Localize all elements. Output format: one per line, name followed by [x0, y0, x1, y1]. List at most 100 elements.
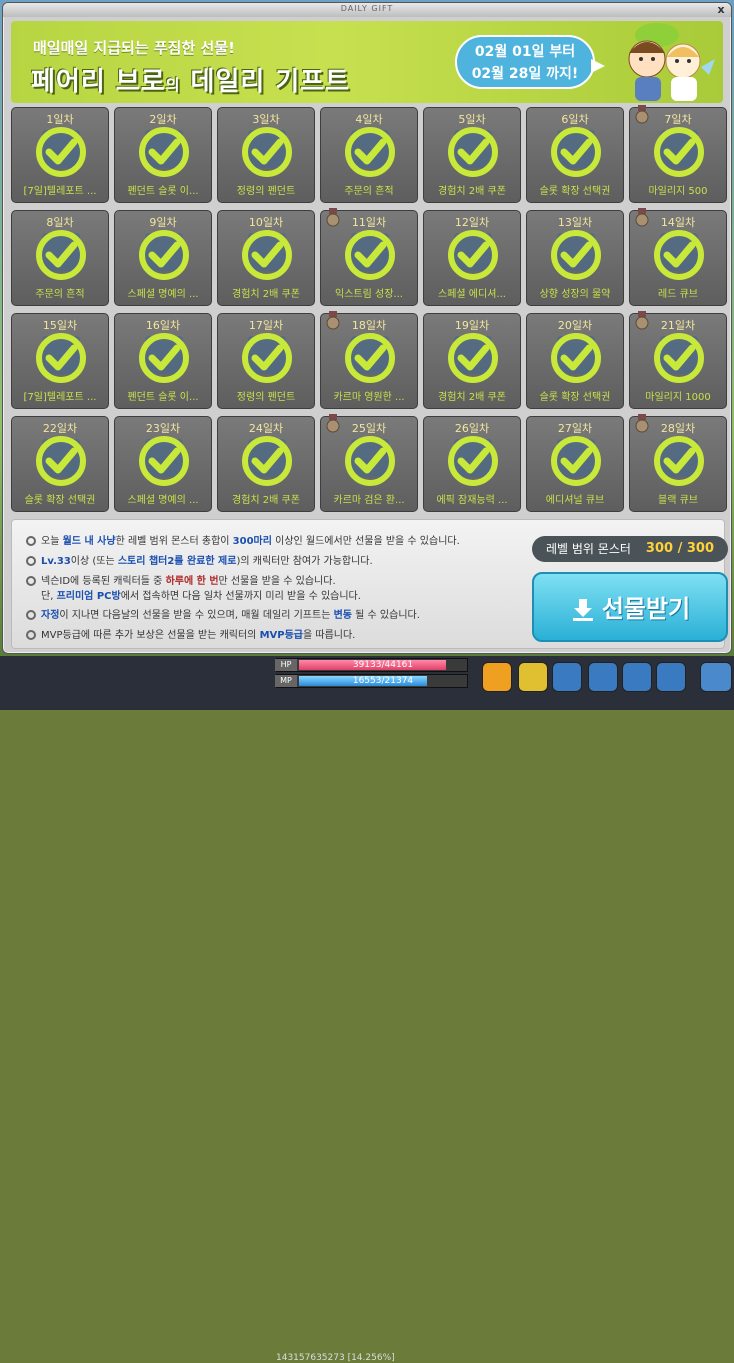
- checkmark-icon: [345, 230, 395, 280]
- reward-name: 경험치 2배 쿠폰: [438, 186, 506, 197]
- gift-calendar-grid: 1일차 [7일]텔레포트 ... 2일차 펜던트 슬롯 이... 3일차 정령의 펜던트 4…: [11, 105, 727, 517]
- gift-day-cell[interactable]: 20일차 슬롯 확장 선택권: [526, 313, 624, 409]
- maple-guide-icon[interactable]: [700, 662, 732, 692]
- reward-name: 스페셜 명예의 ...: [127, 289, 199, 300]
- title-bar[interactable]: DAILY GIFT x: [3, 3, 731, 17]
- reward-name: 마일리지 500: [648, 186, 708, 197]
- character-icon[interactable]: [552, 662, 582, 692]
- checkmark-icon: [242, 333, 292, 383]
- rule-3-note: 단, 프리미엄 PC방에서 접속하면 다음 일차 선물까지 미리 받을 수 있습…: [41, 591, 361, 602]
- gift-day-cell[interactable]: 15일차 [7일]텔레포트 ...: [11, 313, 109, 409]
- checkmark-icon: [139, 230, 189, 280]
- reward-name: 정령의 펜던트: [236, 186, 296, 197]
- rule-1: 오늘 월드 내 사냥한 레벨 범위 몬스터 총합이 300마리 이상인 월드에서…: [26, 532, 460, 547]
- checkmark-icon: [139, 436, 189, 486]
- menu-icon[interactable]: [656, 662, 686, 692]
- window-title: DAILY GIFT: [340, 4, 394, 13]
- reward-name: 주문의 흔적: [344, 186, 394, 197]
- gift-day-cell[interactable]: 3일차 정령의 펜던트: [217, 107, 315, 203]
- hp-label: HP: [275, 659, 297, 671]
- gift-day-cell[interactable]: 23일차 스페셜 명예의 ...: [114, 416, 212, 512]
- reward-name: 블랙 큐브: [658, 495, 698, 506]
- gift-day-cell[interactable]: 17일차 정령의 펜던트: [217, 313, 315, 409]
- gift-day-cell[interactable]: 5일차 경험치 2배 쿠폰: [423, 107, 521, 203]
- checkmark-icon: [551, 333, 601, 383]
- event-banner: 매일매일 지급되는 푸짐한 선물! 페어리 브로의 데일리 기프트 02월 01…: [11, 21, 723, 103]
- reward-name: 펜던트 슬롯 이...: [127, 392, 199, 403]
- calendar-icon[interactable]: [518, 662, 548, 692]
- gift-day-cell[interactable]: 13일차 상향 성장의 물약: [526, 210, 624, 306]
- settings-icon[interactable]: [622, 662, 652, 692]
- reward-name: 경험치 2배 쿠폰: [232, 289, 300, 300]
- reward-name: 상향 성장의 물약: [539, 289, 611, 300]
- gift-day-cell[interactable]: 27일차 에디셔널 큐브: [526, 416, 624, 512]
- pin-icon: [26, 576, 36, 586]
- reward-name: 에디셔널 큐브: [545, 495, 605, 506]
- gift-day-cell[interactable]: 24일차 경험치 2배 쿠폰: [217, 416, 315, 512]
- gift-day-cell[interactable]: 22일차 슬롯 확장 선택권: [11, 416, 109, 512]
- receive-gift-label: 선물받기: [601, 595, 691, 623]
- gift-day-cell[interactable]: 8일차 주문의 흔적: [11, 210, 109, 306]
- daily-gift-window: DAILY GIFT x 매일매일 지급되는 푸짐한 선물! 페어리 브로의 데…: [2, 2, 732, 654]
- gift-day-cell[interactable]: 6일차 슬롯 확장 선택권: [526, 107, 624, 203]
- checkmark-icon: [139, 127, 189, 177]
- monster-count-value: 300 / 300: [645, 541, 714, 556]
- monster-count-label: 레벨 범위 몬스터: [546, 542, 631, 556]
- gift-day-cell[interactable]: 19일차 경험치 2배 쿠폰: [423, 313, 521, 409]
- checkmark-icon: [448, 230, 498, 280]
- gift-day-cell[interactable]: 16일차 펜던트 슬롯 이...: [114, 313, 212, 409]
- gift-day-cell[interactable]: 11일차 익스트림 성장...: [320, 208, 418, 306]
- pin-icon: [26, 556, 36, 566]
- gift-day-cell[interactable]: 7일차 마일리지 500: [629, 105, 727, 203]
- community-icon[interactable]: [588, 662, 618, 692]
- banner-subtitle: 매일매일 지급되는 푸짐한 선물!: [33, 39, 235, 57]
- gift-day-cell[interactable]: 18일차 카르마 영원한 ...: [320, 311, 418, 409]
- checkmark-icon: [139, 333, 189, 383]
- gift-day-cell[interactable]: 26일차 에픽 잠재능력 ...: [423, 416, 521, 512]
- checkmark-icon: [551, 436, 601, 486]
- checkmark-icon: [36, 436, 86, 486]
- gift-day-cell[interactable]: 4일차 주문의 흔적: [320, 107, 418, 203]
- rule-5: MVP등급에 따른 추가 보상은 선물을 받는 캐릭터의 MVP등급을 따릅니다…: [26, 626, 355, 641]
- reward-name: 경험치 2배 쿠폰: [438, 392, 506, 403]
- checkmark-icon: [448, 333, 498, 383]
- fairy-bro-characters-illustration: [628, 23, 715, 101]
- reward-name: [7일]텔레포트 ...: [23, 392, 97, 403]
- reward-name: 스페셜 명예의 ...: [127, 495, 199, 506]
- banner-title: 페어리 브로의 데일리 기프트: [31, 61, 350, 98]
- reward-name: 정령의 펜던트: [236, 392, 296, 403]
- gift-day-cell[interactable]: 9일차 스페셜 명예의 ...: [114, 210, 212, 306]
- cash-shop-gift-icon[interactable]: [482, 662, 512, 692]
- checkmark-icon: [36, 127, 86, 177]
- gift-day-cell[interactable]: 21일차 마일리지 1000: [629, 311, 727, 409]
- rule-3: 넥슨ID에 등록된 캐릭터들 중 하루에 한 번만 선물을 받을 수 있습니다.: [26, 572, 336, 587]
- mp-text: 16553/21374: [352, 676, 414, 686]
- gift-day-cell[interactable]: 1일차 [7일]텔레포트 ...: [11, 107, 109, 203]
- checkmark-icon: [242, 230, 292, 280]
- gift-day-cell[interactable]: 12일차 스페셜 에디셔...: [423, 210, 521, 306]
- pin-icon: [26, 536, 36, 546]
- gift-day-cell[interactable]: 28일차 블랙 큐브: [629, 414, 727, 512]
- gift-day-cell[interactable]: 25일차 카르마 검은 환...: [320, 414, 418, 512]
- reward-name: 에픽 잠재능력 ...: [436, 495, 508, 506]
- download-icon: [572, 599, 593, 621]
- receive-gift-button[interactable]: 선물받기: [532, 572, 728, 642]
- gift-day-cell[interactable]: 2일차 펜던트 슬롯 이...: [114, 107, 212, 203]
- exp-text: 143157635273 [14.256%]: [276, 1353, 395, 1363]
- banner-title-part2: 데일리 기프트: [180, 67, 351, 97]
- reward-name: [7일]텔레포트 ...: [23, 186, 97, 197]
- checkmark-icon: [654, 127, 704, 177]
- reward-name: 마일리지 1000: [645, 392, 711, 403]
- banner-title-part1: 페어리 브로: [31, 67, 166, 97]
- period-bubble: 02월 01일 부터 02월 28일 까지!: [455, 35, 605, 89]
- reward-name: 주문의 흔적: [35, 289, 85, 300]
- gift-day-cell[interactable]: 10일차 경험치 2배 쿠폰: [217, 210, 315, 306]
- gift-day-cell[interactable]: 14일차 레드 큐브: [629, 208, 727, 306]
- reward-name: 슬롯 확장 선택권: [24, 495, 96, 506]
- hp-bar: HP 39133/44161: [275, 658, 468, 672]
- reward-name: 익스트림 성장...: [335, 289, 403, 300]
- reward-name: 슬롯 확장 선택권: [539, 186, 611, 197]
- reward-name: 펜던트 슬롯 이...: [127, 186, 199, 197]
- close-button[interactable]: x: [715, 4, 727, 16]
- checkmark-icon: [345, 436, 395, 486]
